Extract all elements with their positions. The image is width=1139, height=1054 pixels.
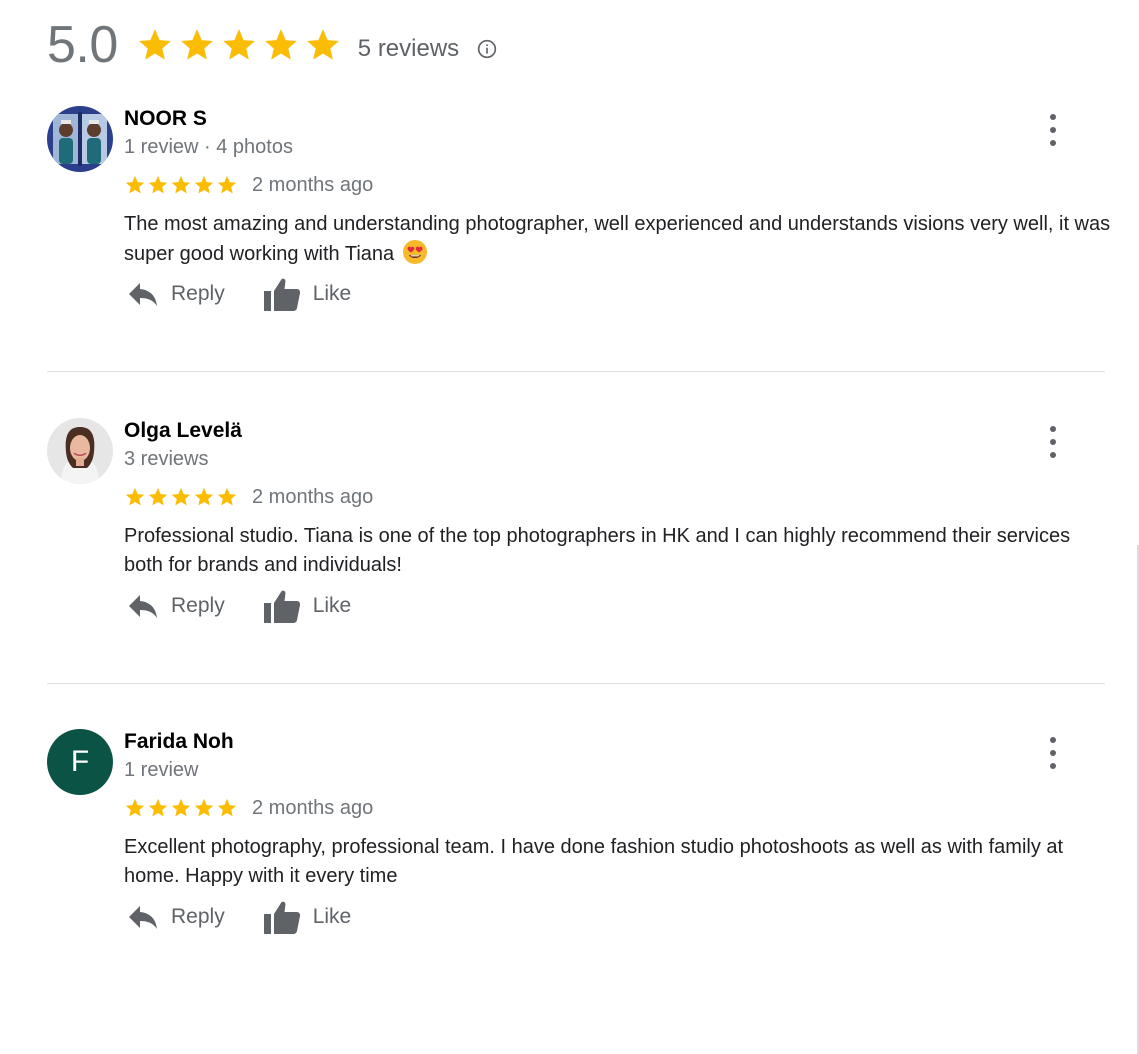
dot-icon [1050,750,1056,756]
like-label: Like [312,905,352,928]
review-text: The most amazing and understanding photo… [124,213,1111,265]
review-count: 5 reviews [357,35,460,62]
divider [47,683,1105,684]
dot-icon [1050,114,1056,120]
review-rating: 2 months ago [124,795,373,821]
reply-button[interactable]: Reply [127,592,225,620]
thumbs-up-icon [263,901,300,934]
reply-icon [129,906,157,929]
review-card: NOOR S 1 review · 4 photos 2 months ago … [47,106,1110,336]
star-icon [148,798,168,817]
review-actions: Reply Like [127,274,351,314]
star-icon [217,175,237,194]
reply-label: Reply [171,905,225,928]
dot-icon [1050,140,1056,146]
star-icon [171,175,191,194]
dot-icon [1050,763,1056,769]
review-rating: 2 months ago [124,484,373,510]
reviewer-name[interactable]: Farida Noh [124,729,234,755]
review-stars [124,797,238,819]
thumbs-up-icon [263,278,300,311]
reply-label: Reply [171,282,225,305]
review-card: Olga Levelä 3 reviews 2 months ago Profe… [47,418,1105,648]
star-icon [138,29,171,60]
average-rating: 5.0 [47,16,118,74]
avatar[interactable] [47,418,113,484]
review-stars [124,486,238,508]
star-icon [194,487,214,506]
divider [47,371,1105,372]
like-button[interactable]: Like [263,588,352,624]
like-label: Like [312,282,352,305]
avatar[interactable]: F [47,729,113,795]
more-options-button[interactable] [1042,114,1064,146]
avatar-photo [47,106,113,172]
more-options-button[interactable] [1042,737,1064,769]
dot-icon [1050,439,1056,445]
reply-button[interactable]: Reply [127,280,225,308]
reply-icon [129,595,157,618]
avatar[interactable] [47,106,113,172]
star-icon [125,487,145,506]
review-text: Excellent photography, professional team… [124,836,1064,887]
star-icon [222,29,255,60]
review-time: 2 months ago [252,485,374,508]
review-actions: Reply Like [127,897,351,937]
star-icon [171,487,191,506]
star-icon [306,29,339,60]
smiling-face-with-heart-eyes-icon [402,240,427,264]
like-button[interactable]: Like [263,899,352,935]
rating-summary: 5.0 5 reviews [47,14,497,76]
review-text-block: The most amazing and understanding photo… [124,210,1114,269]
summary-stars [136,26,342,64]
review-card: F Farida Noh 1 review 2 months ago Excel… [47,729,1105,959]
star-icon [148,487,168,506]
review-time: 2 months ago [252,796,374,819]
reviewer-name[interactable]: Olga Levelä [124,418,242,444]
like-label: Like [312,594,352,617]
dot-icon [1050,127,1056,133]
star-icon [194,798,214,817]
star-icon [194,175,214,194]
star-icon [125,798,145,817]
more-options-button[interactable] [1042,426,1064,458]
thumbs-up-icon [263,590,300,623]
review-actions: Reply Like [127,586,351,626]
star-icon [264,29,297,60]
dot-icon [1050,426,1056,432]
star-icon [217,487,237,506]
dot-icon [1050,452,1056,458]
reply-button[interactable]: Reply [127,903,225,931]
reply-label: Reply [171,594,225,617]
star-icon [171,798,191,817]
reviewer-meta: 1 review · 4 photos [124,136,293,158]
star-icon [217,798,237,817]
review-stars [124,174,238,196]
reviewer-meta: 1 review [124,759,199,781]
reply-icon [129,283,157,306]
reviewer-name[interactable]: NOOR S [124,106,207,132]
reviews-page: 5.0 5 reviews NOOR S 1 review · 4 photos… [0,0,1139,1054]
star-icon [180,29,213,60]
info-icon[interactable] [477,39,497,59]
review-time: 2 months ago [252,173,374,196]
like-button[interactable]: Like [263,276,352,312]
review-text: Professional studio. Tiana is one of the… [124,525,1071,576]
review-rating: 2 months ago [124,172,373,198]
star-icon [148,175,168,194]
dot-icon [1050,737,1056,743]
star-icon [125,175,145,194]
avatar-photo [47,418,113,484]
reviewer-meta: 3 reviews [124,448,209,470]
